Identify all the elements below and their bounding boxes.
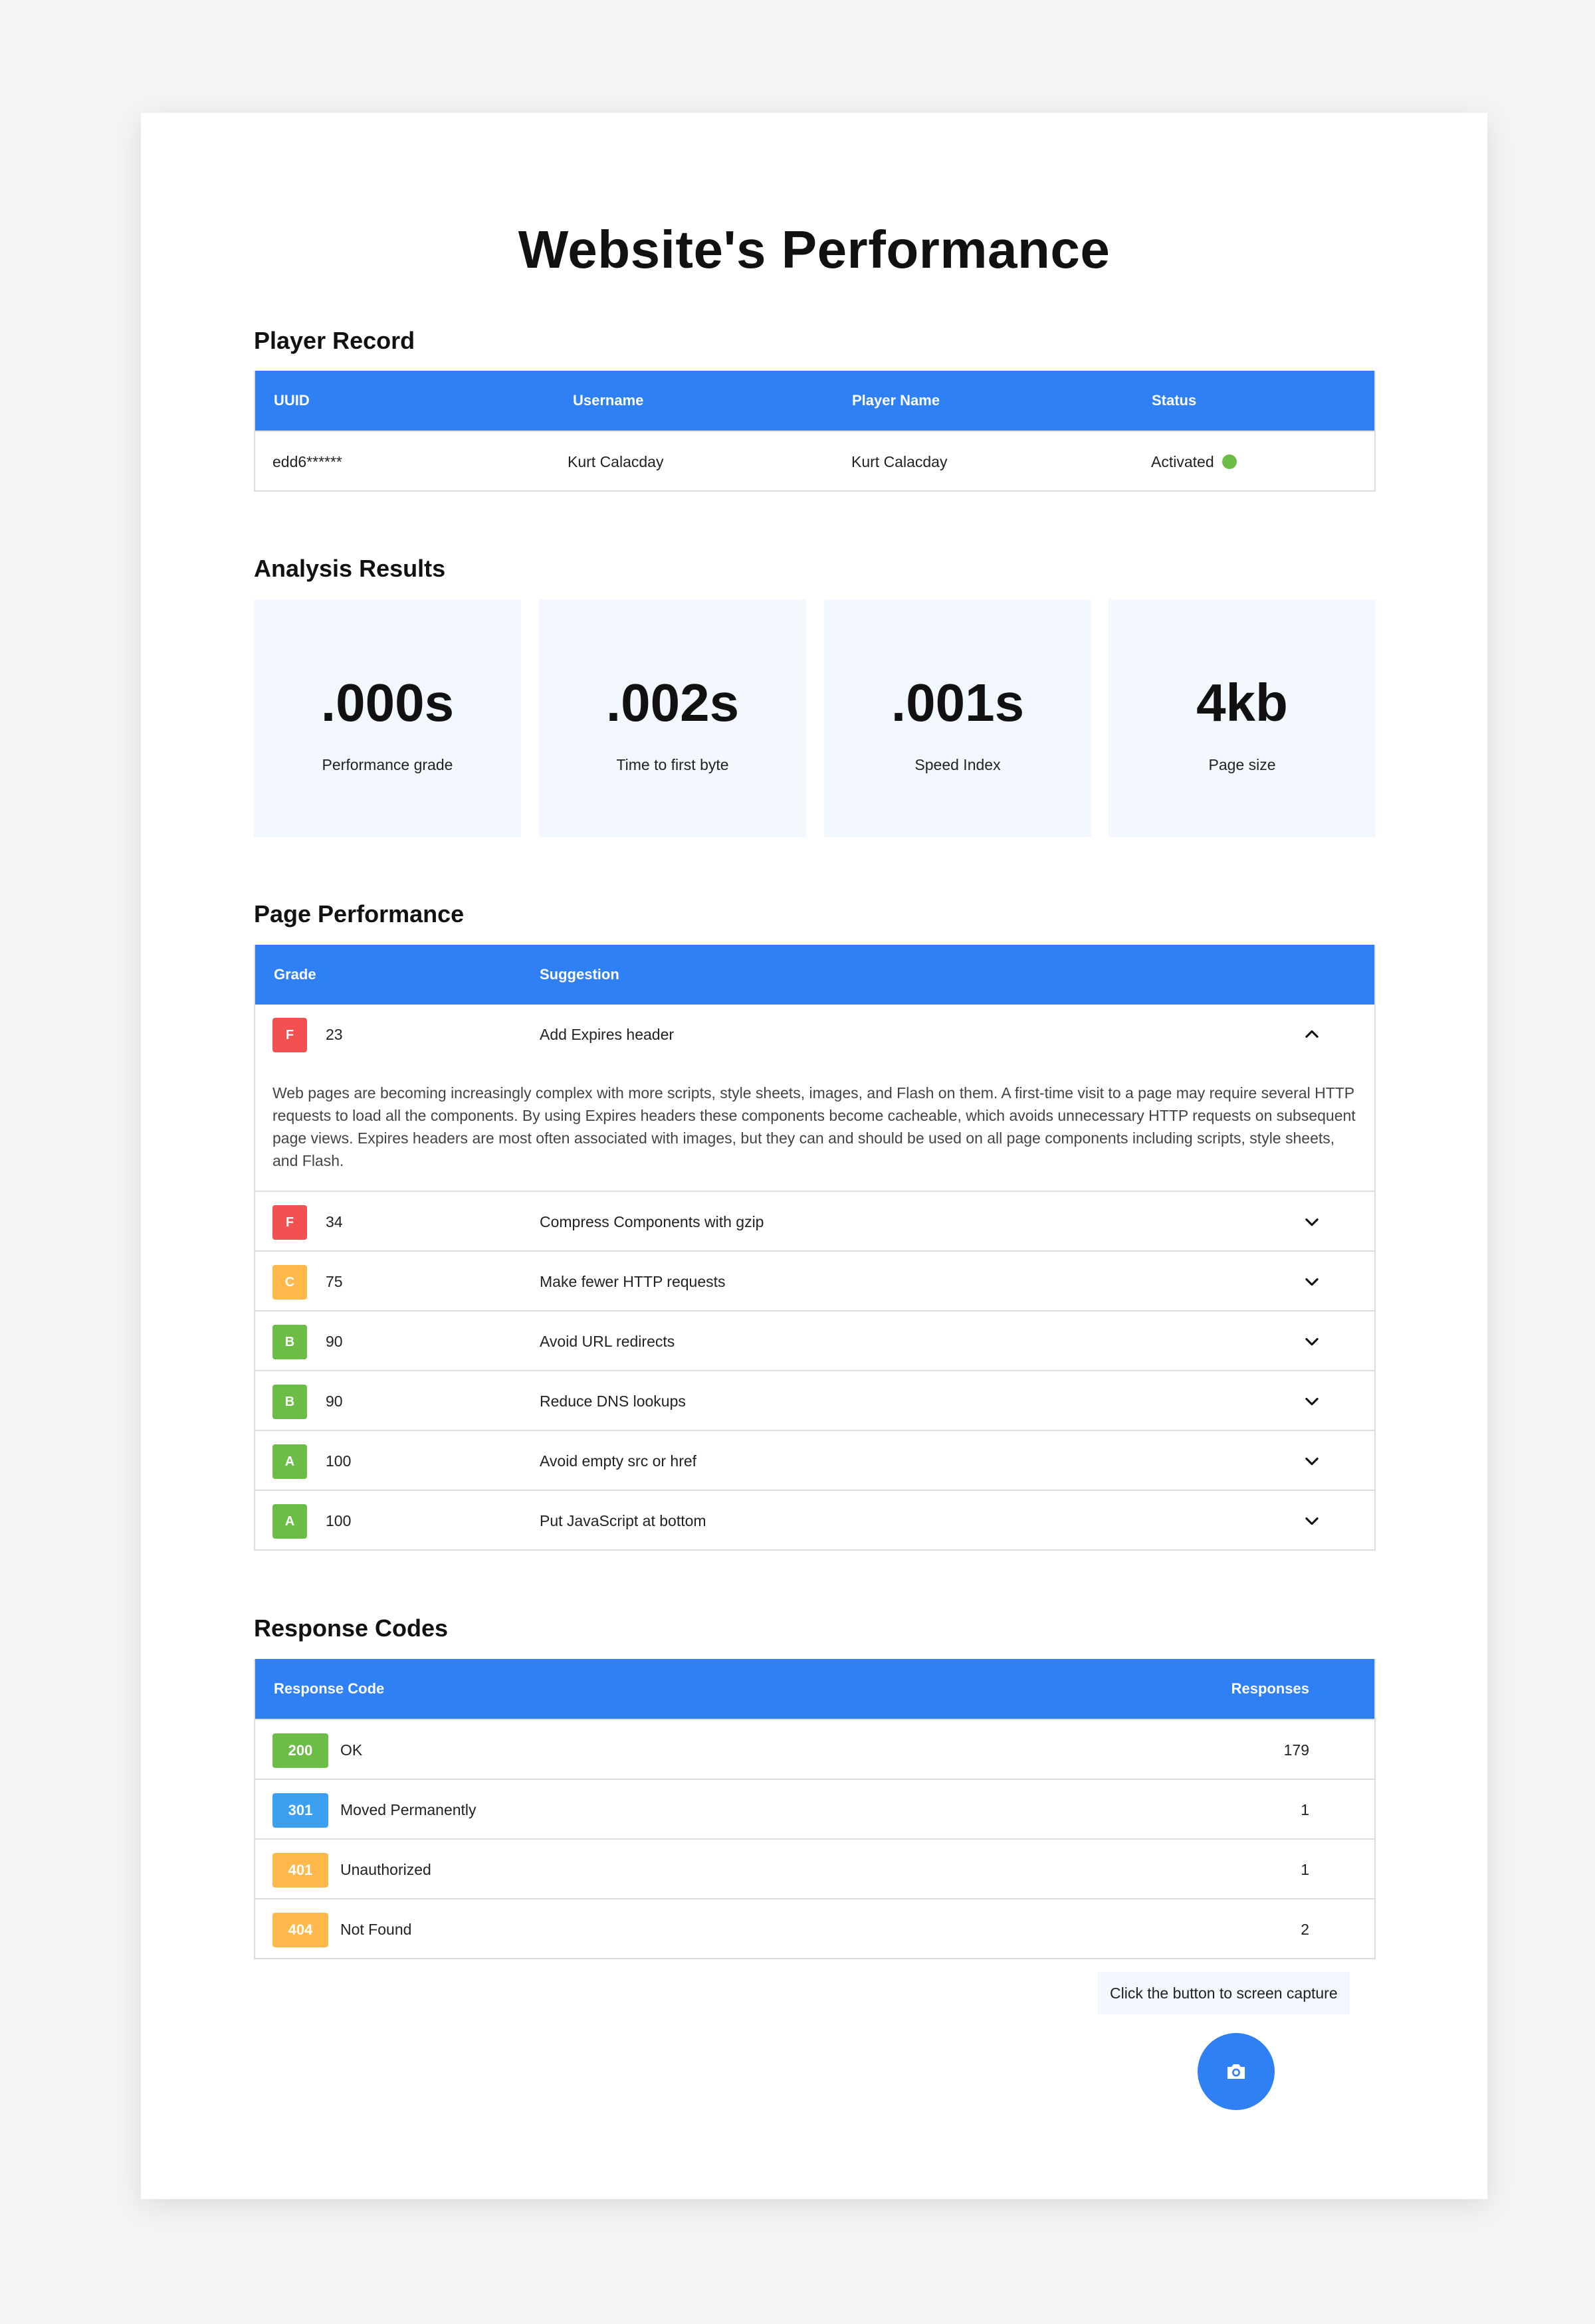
responses-count: 1 — [1301, 1801, 1309, 1818]
performance-row[interactable]: A 100 Avoid empty src or href — [255, 1430, 1374, 1490]
header-suggestion: Suggestion — [540, 966, 619, 983]
player-record-table: UUID Username Player Name Status edd6***… — [254, 371, 1376, 492]
performance-row-expanded[interactable]: F 23 Add Expires header — [255, 1005, 1374, 1064]
code-badge: 200 — [272, 1733, 328, 1768]
score-value: 100 — [326, 1512, 352, 1529]
code-label: Unauthorized — [340, 1861, 431, 1878]
response-code-row: 301 Moved Permanently 1 — [255, 1779, 1374, 1838]
player-record-header: UUID Username Player Name Status — [255, 371, 1374, 431]
status-value: Activated — [1151, 453, 1214, 470]
camera-icon — [1227, 2064, 1245, 2079]
score-value: 34 — [326, 1213, 343, 1230]
stat-card-page-size: 4kb Page size — [1109, 599, 1376, 837]
player-name-value: Kurt Calacday — [851, 453, 948, 470]
analysis-cards: .000s Performance grade .002s Time to fi… — [254, 599, 1376, 837]
stat-value: 4kb — [1196, 673, 1288, 732]
page-performance-title: Page Performance — [254, 900, 465, 927]
score-value: 90 — [326, 1393, 343, 1410]
response-codes-header: Response Code Responses — [255, 1659, 1374, 1719]
suggestion-label: Avoid empty src or href — [540, 1452, 697, 1470]
header-responses: Responses — [1231, 1680, 1309, 1697]
grade-badge: B — [272, 1325, 307, 1359]
player-record-row: edd6****** Kurt Calacday Kurt Calacday A… — [255, 431, 1374, 490]
performance-row[interactable]: C 75 Make fewer HTTP requests — [255, 1250, 1374, 1310]
grade-badge: A — [272, 1444, 307, 1479]
header-response-code: Response Code — [274, 1680, 385, 1697]
grade-badge: F — [272, 1205, 307, 1240]
suggestion-description: Web pages are becoming increasingly comp… — [272, 1084, 1356, 1169]
page-performance-table: Grade Suggestion F 23 Add Expires header… — [254, 945, 1376, 1551]
header-uuid: UUID — [274, 392, 310, 409]
code-label: Not Found — [340, 1921, 412, 1938]
stat-value: .000s — [320, 673, 455, 732]
score-value: 23 — [326, 1026, 343, 1043]
responses-count: 179 — [1283, 1741, 1309, 1759]
chevron-down-icon[interactable] — [1303, 1212, 1321, 1231]
page-title: Website's Performance — [518, 220, 1111, 279]
performance-row[interactable]: B 90 Avoid URL redirects — [255, 1310, 1374, 1370]
page-performance-header: Grade Suggestion — [255, 945, 1374, 1005]
response-code-row: 404 Not Found 2 — [255, 1898, 1374, 1958]
suggestion-label: Make fewer HTTP requests — [540, 1273, 726, 1290]
status-dot-icon — [1222, 454, 1237, 469]
stat-card-speed-index: .001s Speed Index — [824, 599, 1091, 837]
chevron-down-icon[interactable] — [1303, 1272, 1321, 1291]
code-badge: 401 — [272, 1853, 328, 1888]
header-username: Username — [573, 392, 644, 409]
stat-label: Speed Index — [914, 756, 1001, 773]
code-label: OK — [340, 1741, 363, 1759]
username-value: Kurt Calacday — [568, 453, 664, 470]
code-badge: 404 — [272, 1913, 328, 1947]
header-status: Status — [1152, 392, 1197, 409]
responses-count: 2 — [1301, 1921, 1309, 1938]
suggestion-label: Compress Components with gzip — [540, 1213, 764, 1230]
responses-count: 1 — [1301, 1861, 1309, 1878]
chevron-down-icon[interactable] — [1303, 1392, 1321, 1410]
analysis-results-title: Analysis Results — [254, 555, 446, 582]
grade-badge: B — [272, 1385, 307, 1419]
stat-label: Page size — [1208, 756, 1276, 773]
status-cell: Activated — [1151, 432, 1237, 492]
response-code-row: 200 OK 179 — [255, 1719, 1374, 1779]
response-code-row: 401 Unauthorized 1 — [255, 1838, 1374, 1898]
performance-row[interactable]: F 34 Compress Components with gzip — [255, 1191, 1374, 1250]
grade-badge: F — [272, 1018, 307, 1052]
capture-hint: Click the button to screen capture — [1098, 1972, 1350, 2014]
response-codes-title: Response Codes — [254, 1614, 449, 1642]
suggestion-label: Reduce DNS lookups — [540, 1393, 686, 1410]
report-card: Website's Performance Player Record UUID… — [141, 113, 1487, 2199]
response-codes-table: Response Code Responses 200 OK 179 301 M… — [254, 1659, 1376, 1959]
chevron-down-icon[interactable] — [1303, 1511, 1321, 1530]
header-player-name: Player Name — [852, 392, 940, 409]
suggestion-label: Add Expires header — [540, 1026, 675, 1043]
header-grade: Grade — [274, 966, 316, 983]
code-badge: 301 — [272, 1793, 328, 1828]
performance-row[interactable]: A 100 Put JavaScript at bottom — [255, 1490, 1374, 1549]
code-label: Moved Permanently — [340, 1801, 477, 1818]
suggestion-label: Put JavaScript at bottom — [540, 1512, 706, 1529]
stat-card-performance-grade: .000s Performance grade — [254, 599, 521, 837]
stat-value: .002s — [605, 673, 740, 732]
suggestion-label: Avoid URL redirects — [540, 1333, 675, 1350]
stat-label: Time to first byte — [616, 756, 729, 773]
score-value: 75 — [326, 1273, 343, 1290]
stat-value: .001s — [891, 673, 1025, 732]
player-record-title: Player Record — [254, 327, 415, 354]
grade-badge: A — [272, 1504, 307, 1539]
uuid-value: edd6****** — [272, 453, 342, 470]
performance-row[interactable]: B 90 Reduce DNS lookups — [255, 1370, 1374, 1430]
chevron-down-icon[interactable] — [1303, 1452, 1321, 1470]
grade-badge: C — [272, 1265, 307, 1300]
chevron-down-icon[interactable] — [1303, 1332, 1321, 1351]
score-value: 90 — [326, 1333, 343, 1350]
chevron-up-icon[interactable] — [1303, 1025, 1321, 1044]
score-value: 100 — [326, 1452, 352, 1470]
screen-capture-button[interactable] — [1198, 2033, 1275, 2110]
stat-label: Performance grade — [322, 756, 453, 773]
stat-card-time-to-first-byte: .002s Time to first byte — [539, 599, 806, 837]
